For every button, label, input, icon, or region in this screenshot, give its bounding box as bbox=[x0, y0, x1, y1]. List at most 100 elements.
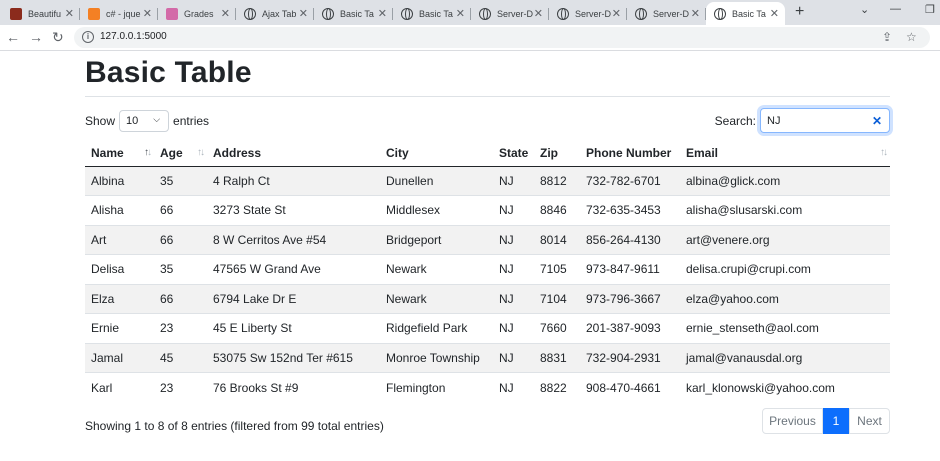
table-cell: 8014 bbox=[534, 224, 580, 255]
column-header[interactable]: Zip bbox=[534, 141, 580, 167]
table-cell: Dunellen bbox=[380, 165, 493, 196]
table-cell: elza@yahoo.com bbox=[680, 283, 890, 314]
minimize-icon[interactable]: — bbox=[890, 3, 901, 15]
column-header[interactable]: Phone Number bbox=[580, 141, 680, 167]
browser-tab[interactable]: Basic Ta ✕ bbox=[706, 2, 785, 25]
table-cell: 856-264-4130 bbox=[580, 224, 680, 255]
table-cell: Ridgefield Park bbox=[380, 313, 493, 343]
table-cell: albina@glick.com bbox=[680, 165, 890, 196]
column-header-label: City bbox=[386, 146, 409, 161]
browser-tab[interactable]: Server-D ✕ bbox=[627, 2, 706, 25]
page-1-button[interactable]: 1 bbox=[823, 408, 849, 434]
table-cell: Monroe Township bbox=[380, 342, 493, 373]
table-cell: 23 bbox=[154, 313, 207, 343]
table-cell: 7660 bbox=[534, 313, 580, 343]
restore-icon[interactable]: ❐ bbox=[925, 3, 935, 16]
close-tab-icon[interactable]: ✕ bbox=[456, 7, 465, 20]
browser-tab[interactable]: Beautifu ✕ bbox=[2, 2, 80, 25]
table-cell: Alisha bbox=[85, 195, 154, 225]
column-header[interactable]: State bbox=[493, 141, 534, 167]
previous-page-button[interactable]: Previous bbox=[762, 408, 823, 434]
table-cell: 76 Brooks St #9 bbox=[207, 372, 380, 402]
data-table: Name ↑↓ Age ↑↓ Address City State Zip Phone Numb… bbox=[85, 141, 890, 402]
browser-tab[interactable]: c# - jque ✕ bbox=[80, 2, 158, 25]
table-cell: 66 bbox=[154, 195, 207, 225]
column-header-label: Name bbox=[91, 146, 124, 161]
search-control: Search: ✕ bbox=[715, 108, 890, 133]
table-row: Art 66 8 W Cerritos Ave #54 Bridgeport NJ 801… bbox=[85, 224, 890, 255]
close-tab-icon[interactable]: ✕ bbox=[534, 7, 543, 20]
browser-tab[interactable]: Grades ✕ bbox=[158, 2, 236, 25]
forward-icon[interactable]: → bbox=[29, 29, 43, 45]
table-cell: 201-387-9093 bbox=[580, 313, 680, 343]
table-cell: 732-782-6701 bbox=[580, 165, 680, 196]
table-cell: 6794 Lake Dr E bbox=[207, 283, 380, 314]
close-tab-icon[interactable]: ✕ bbox=[221, 7, 230, 20]
browser-tab[interactable]: Server-D ✕ bbox=[471, 2, 549, 25]
length-prefix: Show bbox=[85, 114, 116, 128]
close-tab-icon[interactable]: ✕ bbox=[299, 7, 308, 20]
tab-search-icon[interactable]: ⌄ bbox=[860, 3, 869, 16]
table-cell: 23 bbox=[154, 372, 207, 402]
bookmark-star-icon[interactable]: ☆ bbox=[906, 30, 917, 44]
table-row: Delisa 35 47565 W Grand Ave Newark NJ 7105 973… bbox=[85, 254, 890, 284]
clear-search-icon[interactable]: ✕ bbox=[872, 114, 882, 128]
browser-tab[interactable]: Basic Ta ✕ bbox=[393, 2, 471, 25]
table-cell: delisa.crupi@crupi.com bbox=[680, 254, 890, 284]
close-tab-icon[interactable]: ✕ bbox=[691, 7, 700, 20]
close-tab-icon[interactable]: ✕ bbox=[65, 7, 74, 20]
site-info-icon[interactable]: i bbox=[82, 31, 94, 43]
close-tab-icon[interactable]: ✕ bbox=[378, 7, 387, 20]
length-control: Show 10 ⌵ entries bbox=[85, 110, 209, 132]
close-tab-icon[interactable]: ✕ bbox=[612, 7, 621, 20]
close-tab-icon[interactable]: ✕ bbox=[143, 7, 152, 20]
entries-select[interactable]: 10 ⌵ bbox=[119, 110, 170, 132]
globe-icon bbox=[244, 7, 256, 20]
table-cell: NJ bbox=[493, 195, 534, 225]
table-cell: 66 bbox=[154, 283, 207, 314]
back-icon[interactable]: ← bbox=[6, 29, 20, 45]
pagination: Previous 1 Next bbox=[762, 408, 890, 434]
table-info: Showing 1 to 8 of 8 entries (filtered fr… bbox=[85, 419, 384, 433]
globe-icon bbox=[479, 7, 491, 20]
table-cell: Bridgeport bbox=[380, 224, 493, 255]
reload-icon[interactable]: ↻ bbox=[52, 29, 64, 46]
next-page-button[interactable]: Next bbox=[849, 408, 890, 434]
column-header-label: Address bbox=[213, 146, 262, 161]
table-cell: NJ bbox=[493, 313, 534, 343]
tab-strip: + ⌄ — ❐ Beautifu ✕ c# - jque ✕ Grades ✕ Ajax T… bbox=[0, 0, 940, 25]
browser-tab[interactable]: Server-D ✕ bbox=[549, 2, 627, 25]
table-row: Ernie 23 45 E Liberty St Ridgefield Park NJ 7… bbox=[85, 313, 890, 343]
column-header[interactable]: Age ↑↓ bbox=[154, 141, 207, 167]
browser-tab[interactable]: Ajax Tab ✕ bbox=[236, 2, 314, 25]
table-cell: 973-796-3667 bbox=[580, 283, 680, 314]
browser-toolbar: ← → ↻ i 127.0.0.1:5000 ⇪ ☆ bbox=[0, 25, 940, 51]
table-cell: NJ bbox=[493, 342, 534, 373]
table-cell: NJ bbox=[493, 283, 534, 314]
table-cell: 66 bbox=[154, 224, 207, 255]
sort-icon: ↑↓ bbox=[880, 147, 888, 158]
column-header[interactable]: City bbox=[380, 141, 493, 167]
table-cell: 8846 bbox=[534, 195, 580, 225]
new-tab-button[interactable]: + bbox=[795, 3, 804, 21]
stackoverflow-icon bbox=[88, 7, 100, 20]
close-tab-icon[interactable]: ✕ bbox=[770, 7, 779, 20]
column-header[interactable]: Name ↑↓ bbox=[85, 141, 154, 167]
column-header-label: Age bbox=[160, 146, 183, 161]
column-header[interactable]: Address bbox=[207, 141, 380, 167]
search-label: Search: bbox=[714, 113, 756, 128]
column-header[interactable]: Email ↑↓ bbox=[680, 141, 890, 167]
table-cell: NJ bbox=[493, 165, 534, 196]
table-cell: 3273 State St bbox=[207, 195, 380, 225]
column-header-label: Phone Number bbox=[586, 146, 672, 161]
share-icon[interactable]: ⇪ bbox=[882, 30, 892, 44]
column-header-label: Email bbox=[686, 146, 719, 161]
table-row: Karl 23 76 Brooks St #9 Flemington NJ 8822 908… bbox=[85, 372, 890, 402]
table-cell: 35 bbox=[154, 165, 207, 196]
title-divider bbox=[85, 96, 890, 97]
address-bar[interactable]: i 127.0.0.1:5000 ⇪ ☆ bbox=[74, 27, 930, 48]
table-cell: Flemington bbox=[380, 372, 493, 402]
globe-icon bbox=[635, 7, 647, 20]
browser-tab[interactable]: Basic Ta ✕ bbox=[314, 2, 393, 25]
search-input[interactable] bbox=[760, 108, 890, 133]
